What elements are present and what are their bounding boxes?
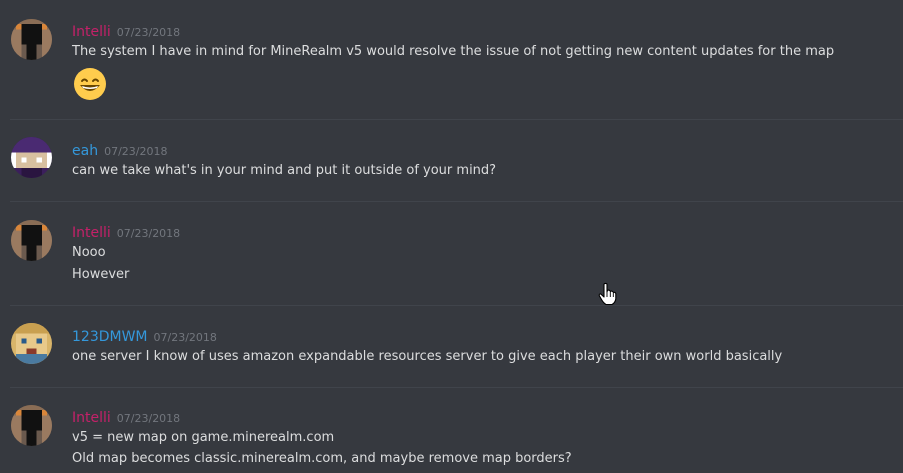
eah-avatar[interactable] [11, 137, 52, 178]
message-text: The system I have in mind for MineRealm … [72, 44, 835, 59]
message-text: Nooo [72, 245, 106, 260]
message-text: Old map becomes classic.minerealm.com, a… [72, 451, 572, 466]
timestamp: 07/23/2018 [116, 26, 181, 39]
hand-pointer-cursor-icon [597, 282, 619, 306]
message-divider [10, 119, 903, 120]
timestamp: 07/23/2018 [153, 331, 217, 344]
message-divider [10, 305, 903, 306]
intelli-avatar[interactable] [11, 405, 52, 446]
message-text: one server I know of uses amazon expanda… [72, 349, 783, 364]
message-text: v5 = new map on game.minerealm.com [72, 430, 335, 445]
timestamp: 07/23/2018 [116, 227, 181, 240]
message-text: can we take what's in your mind and put … [72, 163, 497, 178]
username[interactable]: Intelli [72, 410, 111, 426]
username[interactable]: eah [72, 143, 98, 159]
username[interactable]: Intelli [72, 24, 111, 40]
intelli-avatar[interactable] [11, 220, 52, 261]
username[interactable]: 123DMWM [72, 329, 148, 345]
message-divider [10, 201, 903, 202]
intelli-avatar[interactable] [11, 19, 52, 60]
grinning-face-icon [73, 67, 107, 101]
message-divider [10, 387, 903, 388]
timestamp: 07/23/2018 [116, 412, 181, 425]
message-text: However [72, 267, 130, 282]
timestamp: 07/23/2018 [104, 145, 168, 158]
username[interactable]: Intelli [72, 225, 111, 241]
123dmwm-avatar[interactable] [11, 323, 52, 364]
